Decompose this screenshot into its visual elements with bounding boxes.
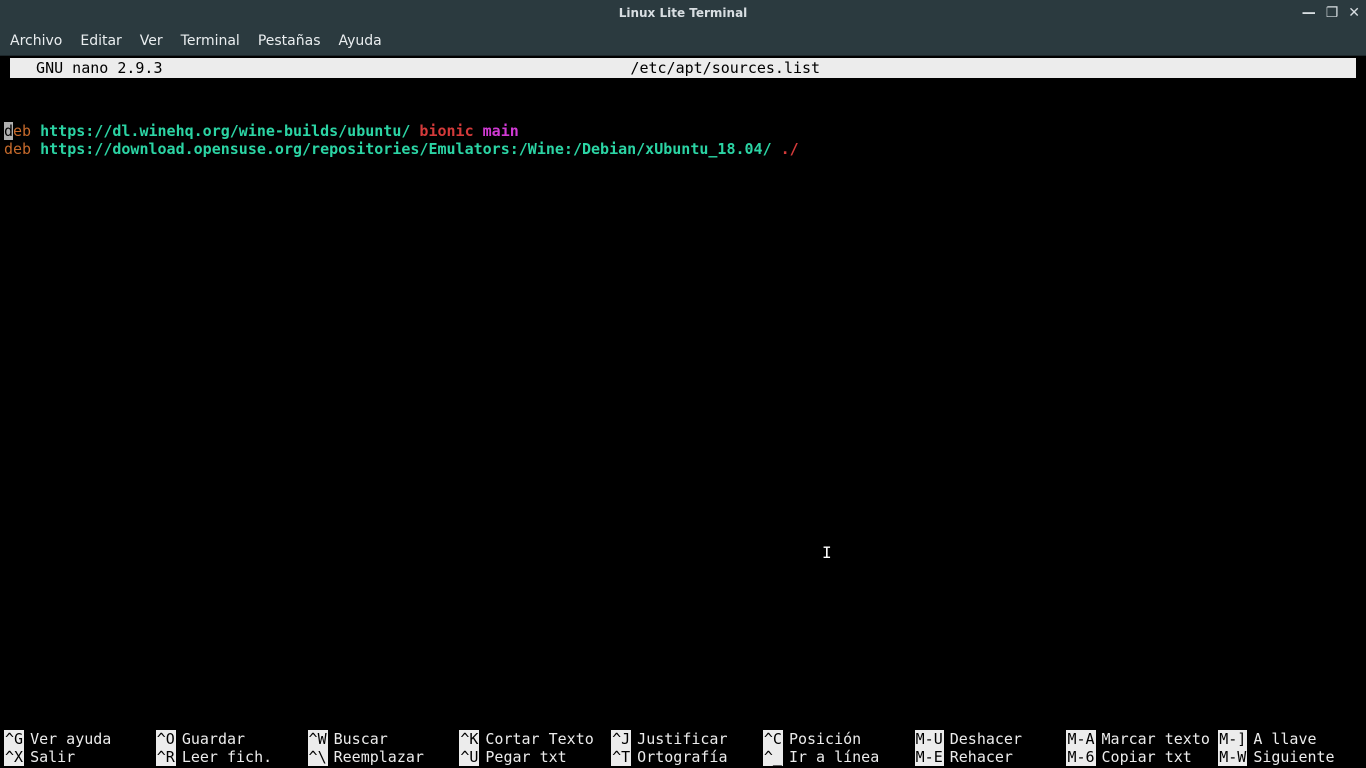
minimize-icon[interactable]: — xyxy=(1302,6,1316,20)
shortcut-item: ^G Ver ayuda xyxy=(4,730,148,748)
shortcut-item: ^U Pegar txt xyxy=(459,748,603,766)
shortcut-item: ^\ Reemplazar xyxy=(308,748,452,766)
shortcut-key: M-] xyxy=(1218,730,1247,748)
nano-header: GNU nano 2.9.3 /etc/apt/sources.list xyxy=(10,58,1356,78)
shortcut-label: Pegar txt xyxy=(485,748,566,766)
window-controls: — ❐ ✕ xyxy=(1302,0,1360,26)
shortcut-key: ^G xyxy=(4,730,24,748)
close-icon[interactable]: ✕ xyxy=(1348,6,1360,20)
shortcut-item: M-6 Copiar txt xyxy=(1066,748,1210,766)
shortcut-key: ^X xyxy=(4,748,24,766)
shortcut-label: Marcar texto xyxy=(1102,730,1210,748)
shortcut-item: M-] A llave xyxy=(1218,730,1362,748)
menubar: Archivo Editar Ver Terminal Pestañas Ayu… xyxy=(0,26,1366,56)
shortcut-label: A llave xyxy=(1253,730,1316,748)
menu-pestanas[interactable]: Pestañas xyxy=(258,33,321,49)
shortcut-item: ^_ Ir a línea xyxy=(763,748,907,766)
shortcut-label: Guardar xyxy=(182,730,245,748)
token: bionic xyxy=(419,122,473,140)
token xyxy=(31,122,40,140)
shortcut-label: Copiar txt xyxy=(1102,748,1192,766)
shortcut-label: Ver ayuda xyxy=(30,730,111,748)
shortcut-label: Buscar xyxy=(334,730,388,748)
shortcut-item: ^C Posición xyxy=(763,730,907,748)
shortcut-item: ^X Salir xyxy=(4,748,148,766)
shortcut-key: M-E xyxy=(915,748,944,766)
token xyxy=(474,122,483,140)
token xyxy=(31,140,40,158)
token: ./ xyxy=(781,140,799,158)
shortcut-item: ^J Justificar xyxy=(611,730,755,748)
shortcut-key: ^R xyxy=(156,748,176,766)
text-cursor-icon: I xyxy=(822,544,832,562)
shortcut-key: M-A xyxy=(1066,730,1095,748)
token: https://dl.winehq.org/wine-builds/ubuntu… xyxy=(40,122,410,140)
shortcut-item: ^K Cortar Texto xyxy=(459,730,603,748)
shortcut-key: ^W xyxy=(308,730,328,748)
shortcut-key: ^_ xyxy=(763,748,783,766)
shortcut-key: ^K xyxy=(459,730,479,748)
shortcut-item: M-E Rehacer xyxy=(915,748,1059,766)
menu-terminal[interactable]: Terminal xyxy=(181,33,240,49)
editor-line[interactable]: deb https://download.opensuse.org/reposi… xyxy=(4,140,1362,158)
shortcut-key: ^\ xyxy=(308,748,328,766)
menu-ayuda[interactable]: Ayuda xyxy=(339,33,382,49)
nano-shortcut-bar: ^G Ver ayuda ^O Guardar ^W Buscar ^K Cortar Tex… xyxy=(0,730,1366,768)
shortcut-key: M-U xyxy=(915,730,944,748)
nano-header-spacer xyxy=(1288,58,1348,78)
menu-editar[interactable]: Editar xyxy=(80,33,121,49)
shortcut-label: Justificar xyxy=(637,730,727,748)
shortcut-key: ^T xyxy=(611,748,631,766)
token: https://download.opensuse.org/repositori… xyxy=(40,140,772,158)
shortcut-item: ^W Buscar xyxy=(308,730,452,748)
shortcut-label: Siguiente xyxy=(1253,748,1334,766)
shortcut-label: Ortografía xyxy=(637,748,727,766)
shortcut-label: Posición xyxy=(789,730,861,748)
token: deb xyxy=(4,140,31,158)
shortcut-key: M-6 xyxy=(1066,748,1095,766)
shortcut-item: M-A Marcar texto xyxy=(1066,730,1210,748)
shortcut-item: ^T Ortografía xyxy=(611,748,755,766)
shortcut-item: M-U Deshacer xyxy=(915,730,1059,748)
menu-archivo[interactable]: Archivo xyxy=(10,33,62,49)
window-title: Linux Lite Terminal xyxy=(619,6,748,20)
shortcut-key: ^O xyxy=(156,730,176,748)
shortcut-item: ^O Guardar xyxy=(156,730,300,748)
shortcut-label: Leer fich. xyxy=(182,748,272,766)
window-titlebar: Linux Lite Terminal — ❐ ✕ xyxy=(0,0,1366,26)
shortcut-label: Rehacer xyxy=(950,748,1013,766)
menu-ver[interactable]: Ver xyxy=(140,33,163,49)
editor-line[interactable]: deb https://dl.winehq.org/wine-builds/ub… xyxy=(4,122,1362,140)
token xyxy=(772,140,781,158)
nano-editor-area[interactable]: deb https://dl.winehq.org/wine-builds/ub… xyxy=(0,78,1366,730)
shortcut-label: Ir a línea xyxy=(789,748,879,766)
shortcut-key: ^C xyxy=(763,730,783,748)
shortcut-key: M-W xyxy=(1218,748,1247,766)
token: eb xyxy=(13,122,31,140)
shortcut-key: ^J xyxy=(611,730,631,748)
nano-version-label: GNU nano 2.9.3 xyxy=(18,58,163,78)
shortcut-label: Reemplazar xyxy=(334,748,424,766)
shortcut-label: Deshacer xyxy=(950,730,1022,748)
shortcut-item: ^R Leer fich. xyxy=(156,748,300,766)
nano-file-path: /etc/apt/sources.list xyxy=(163,58,1289,78)
text-cursor: d xyxy=(4,122,13,140)
shortcut-item: M-W Siguiente xyxy=(1218,748,1362,766)
token: main xyxy=(483,122,519,140)
shortcut-label: Salir xyxy=(30,748,75,766)
shortcut-key: ^U xyxy=(459,748,479,766)
shortcut-label: Cortar Texto xyxy=(485,730,593,748)
maximize-icon[interactable]: ❐ xyxy=(1326,6,1339,20)
